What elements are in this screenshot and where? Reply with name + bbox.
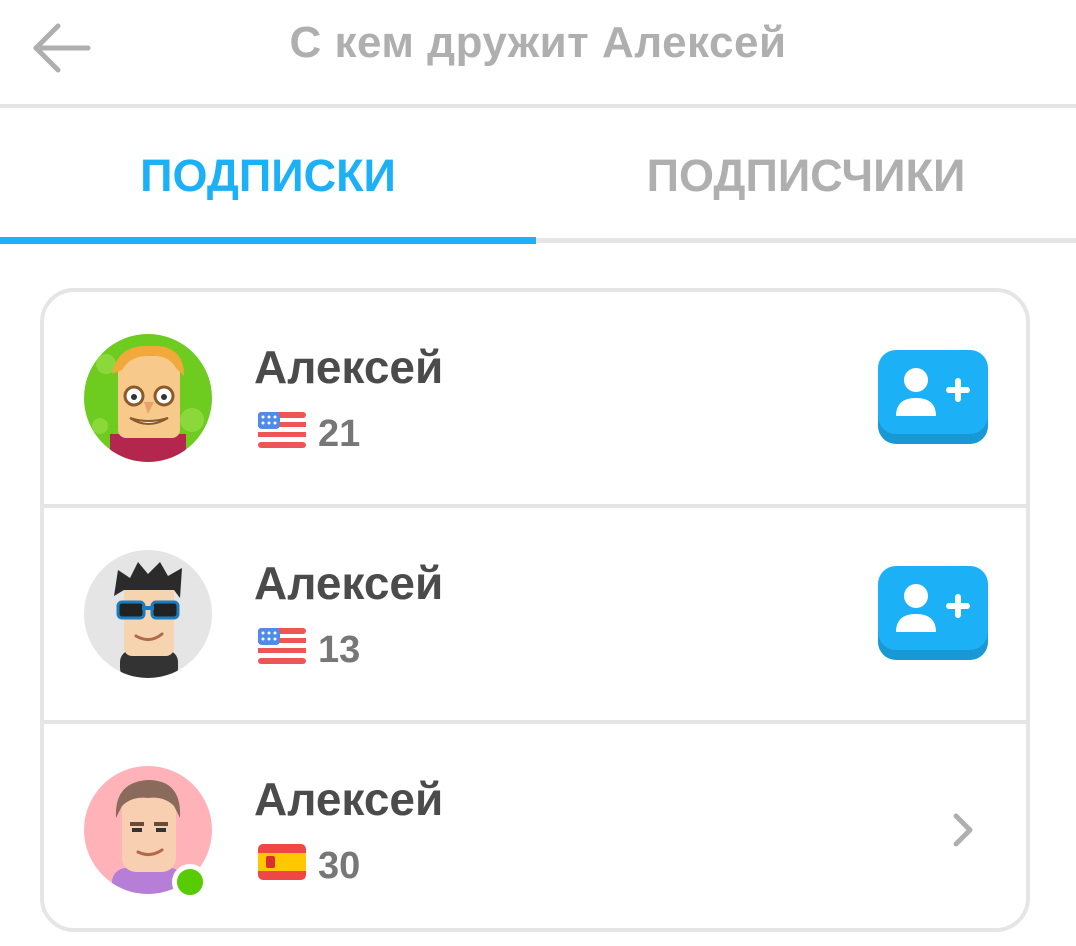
list-item[interactable]: Алексей 13	[44, 508, 1026, 720]
follow-button[interactable]	[878, 566, 988, 660]
friends-list: Алексей 21 Алексей 13 Алексей 30	[40, 288, 1030, 932]
online-status-dot	[172, 864, 208, 900]
follow-button[interactable]	[878, 350, 988, 444]
spain-flag-icon	[258, 844, 306, 880]
us-flag-icon	[258, 412, 306, 448]
avatar	[84, 334, 212, 462]
list-item[interactable]: Алексей 21	[44, 292, 1026, 504]
user-name: Алексей	[254, 341, 444, 393]
list-item[interactable]: Алексей 30	[44, 724, 1026, 928]
user-name: Алексей	[254, 557, 444, 609]
chevron-right-icon[interactable]	[950, 810, 978, 850]
user-name: Алексей	[254, 773, 444, 825]
page-title: С кем дружит Алексей	[289, 18, 787, 67]
app-header: С кем дружит Алексей	[0, 0, 1076, 106]
tab-followers[interactable]: ПОДПИСЧИКИ	[536, 150, 1076, 210]
active-tab-indicator	[0, 237, 536, 244]
avatar	[84, 550, 212, 678]
user-xp: 30	[318, 845, 361, 887]
header-divider	[0, 104, 1076, 108]
us-flag-icon	[258, 628, 306, 664]
user-xp: 21	[318, 413, 361, 455]
tab-following[interactable]: ПОДПИСКИ	[0, 150, 536, 210]
user-xp: 13	[318, 629, 361, 671]
